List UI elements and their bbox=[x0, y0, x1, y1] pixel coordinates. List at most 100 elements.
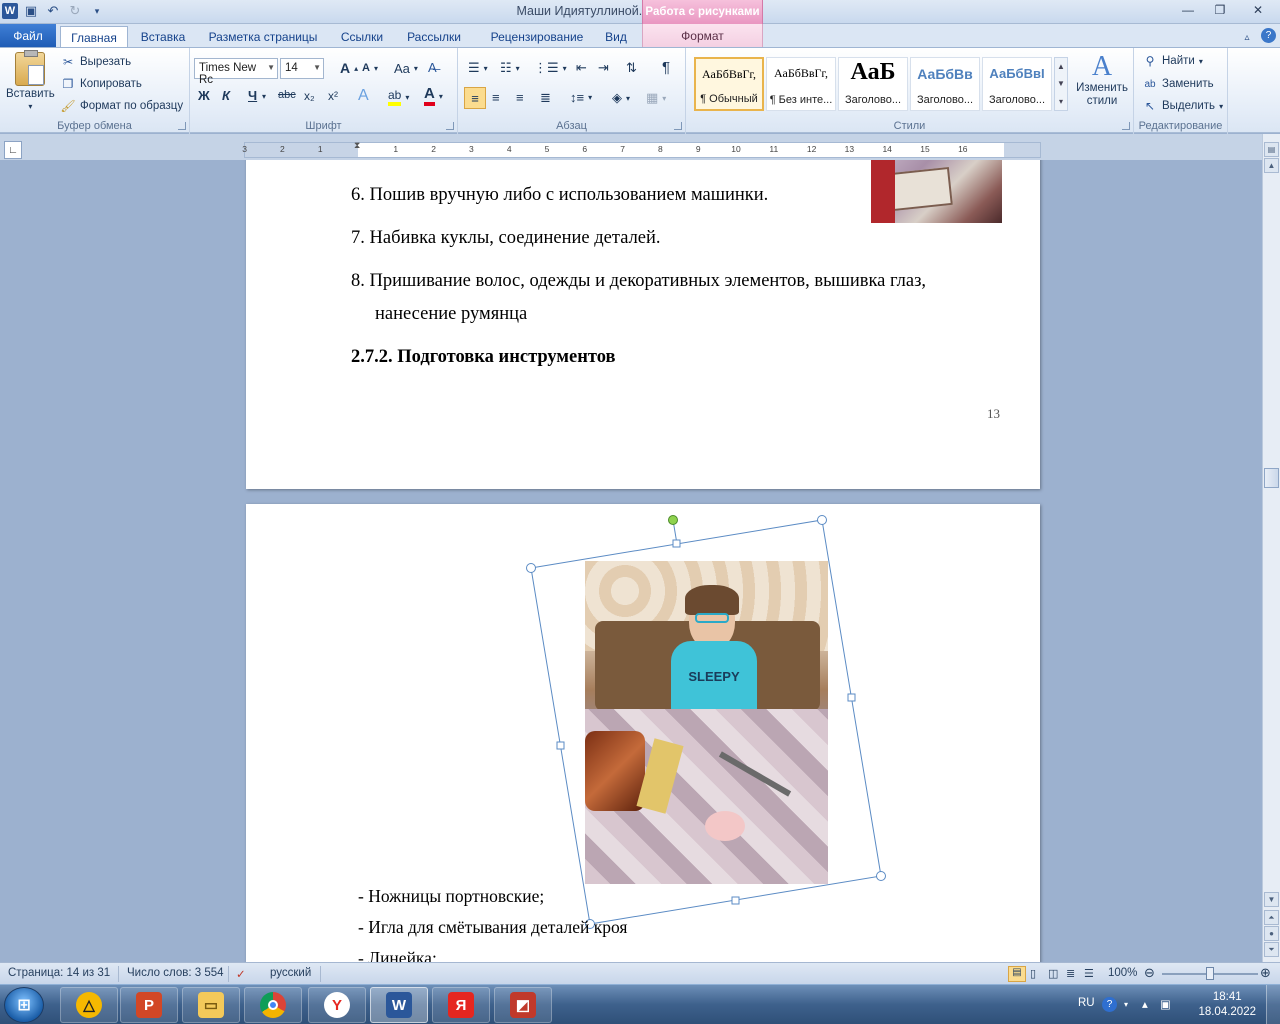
show-desktop-button[interactable] bbox=[1266, 985, 1280, 1024]
replace-button[interactable]: ab Заменить bbox=[1142, 76, 1213, 92]
styles-launcher-icon[interactable] bbox=[1122, 122, 1130, 130]
close-icon[interactable]: ✕ bbox=[1236, 0, 1280, 20]
photo-thumbnail[interactable] bbox=[871, 160, 1002, 223]
taskbar-app-1[interactable]: △ bbox=[60, 987, 118, 1023]
paragraph-launcher-icon[interactable] bbox=[674, 122, 682, 130]
resize-handle-bottom-right[interactable] bbox=[876, 871, 886, 881]
help-tray-icon[interactable]: ? bbox=[1102, 997, 1117, 1012]
tab-view[interactable]: Вид bbox=[598, 26, 634, 48]
taskbar-app-8[interactable]: ◩ bbox=[494, 987, 552, 1023]
tray-expand-icon[interactable]: ▾ bbox=[1124, 1000, 1128, 1009]
tab-review[interactable]: Рецензирование bbox=[476, 26, 598, 48]
taskbar-chrome[interactable] bbox=[244, 987, 302, 1023]
document-area[interactable]: 6. Пошив вручную либо с использованием м… bbox=[0, 160, 1262, 962]
underline-button[interactable]: Ч bbox=[248, 88, 257, 103]
strikethrough-button[interactable]: abc bbox=[278, 89, 296, 101]
network-icon[interactable]: ▣ bbox=[1160, 997, 1171, 1011]
borders-icon[interactable]: ▦ ▾ bbox=[646, 90, 666, 106]
scroll-down-icon[interactable]: ▼ bbox=[1057, 79, 1065, 88]
page-counter[interactable]: Страница: 14 из 31 bbox=[8, 967, 110, 979]
copy-button[interactable]: ❐ Копировать bbox=[60, 76, 142, 92]
font-color-icon[interactable]: A ▾ bbox=[424, 86, 443, 106]
page-13[interactable]: 6. Пошив вручную либо с использованием м… bbox=[246, 160, 1040, 489]
align-center-icon[interactable]: ≡ bbox=[492, 90, 500, 105]
minimize-ribbon-icon[interactable]: ▵ bbox=[1238, 28, 1256, 46]
rotate-handle[interactable] bbox=[668, 515, 678, 525]
scroll-thumb[interactable] bbox=[1264, 468, 1279, 488]
browse-object-icon[interactable]: ● bbox=[1264, 926, 1279, 941]
more-styles-icon[interactable]: ▾ bbox=[1059, 97, 1063, 106]
shrink-font-button[interactable]: A ▾ bbox=[362, 62, 378, 74]
highlight-icon[interactable]: ab ▾ bbox=[388, 88, 409, 106]
zoom-in-icon[interactable]: ⊕ bbox=[1260, 965, 1271, 981]
sort-icon[interactable]: ⇅ bbox=[626, 60, 637, 76]
previous-page-icon[interactable]: ⏶ bbox=[1264, 910, 1279, 925]
start-button[interactable]: ⊞ bbox=[4, 987, 44, 1023]
tab-format[interactable]: Формат bbox=[642, 24, 763, 48]
line-spacing-icon[interactable]: ↕≡ ▾ bbox=[570, 90, 592, 105]
change-styles-button[interactable]: A Изменить стили bbox=[1074, 52, 1130, 108]
horizontal-ruler[interactable]: 3 2 1 1 2 3 4 5 6 7 8 9 10 11 12 13 14 15 16 ⧗ bbox=[242, 140, 1041, 158]
style-heading-1[interactable]: АаБ Заголово... bbox=[838, 57, 908, 111]
align-left-icon[interactable]: ≡ bbox=[464, 87, 486, 109]
find-button[interactable]: ⚲ Найти ▾ bbox=[1142, 53, 1203, 69]
draft-icon[interactable]: ☰ bbox=[1084, 967, 1094, 980]
font-size-combo[interactable]: 14 ▼ bbox=[280, 58, 324, 79]
shading-icon[interactable]: ◈ ▾ bbox=[612, 90, 630, 106]
align-right-icon[interactable]: ≡ bbox=[516, 90, 524, 105]
indent-marker-icon[interactable]: ⧗ bbox=[354, 140, 360, 151]
subscript-button[interactable]: x₂ bbox=[304, 89, 315, 103]
zoom-out-icon[interactable]: ⊖ bbox=[1144, 965, 1155, 981]
style-heading-2[interactable]: АаБбВв Заголово... bbox=[910, 57, 980, 111]
resize-handle-top-left[interactable] bbox=[526, 563, 536, 573]
minimize-icon[interactable]: — bbox=[1172, 0, 1204, 20]
scroll-up-icon[interactable]: ▲ bbox=[1264, 158, 1279, 173]
font-name-combo[interactable]: Times New Rc ▼ bbox=[194, 58, 278, 86]
scroll-up-icon[interactable]: ▲ bbox=[1057, 62, 1065, 71]
bold-button[interactable]: Ж bbox=[198, 88, 210, 103]
format-painter-button[interactable]: 🖌 Формат по образцу bbox=[60, 98, 183, 114]
show-hidden-icons[interactable]: ▴ bbox=[1142, 997, 1148, 1011]
paste-button[interactable]: Вставить ▾ bbox=[6, 50, 55, 111]
scroll-down-icon[interactable]: ▼ bbox=[1264, 892, 1279, 907]
restore-icon[interactable]: ❐ bbox=[1204, 0, 1236, 20]
zoom-level[interactable]: 100% bbox=[1108, 967, 1137, 979]
tab-file[interactable]: Файл bbox=[0, 24, 56, 48]
increase-indent-icon[interactable]: ⇥ bbox=[598, 60, 609, 76]
resize-handle-bottom[interactable] bbox=[731, 896, 740, 905]
resize-handle-right[interactable] bbox=[847, 693, 856, 702]
select-button[interactable]: ↖ Выделить ▾ bbox=[1142, 98, 1223, 114]
taskbar-yandex-browser[interactable]: Y bbox=[308, 987, 366, 1023]
styles-gallery-scroll[interactable]: ▲ ▼ ▾ bbox=[1054, 57, 1068, 111]
help-icon[interactable]: ? bbox=[1261, 28, 1276, 43]
show-marks-icon[interactable]: ¶ bbox=[662, 59, 670, 76]
tab-home[interactable]: Главная bbox=[60, 26, 128, 48]
web-layout-icon[interactable]: ◫ bbox=[1048, 967, 1058, 980]
outline-icon[interactable]: ≣ bbox=[1066, 967, 1075, 980]
word-count[interactable]: Число слов: 3 554 bbox=[127, 967, 224, 979]
language-tray[interactable]: RU bbox=[1078, 997, 1095, 1009]
style-no-spacing[interactable]: АаБбВвГг, ¶ Без инте... bbox=[766, 57, 836, 111]
tab-mailings[interactable]: Рассылки bbox=[396, 26, 472, 48]
justify-icon[interactable]: ≣ bbox=[540, 90, 551, 106]
tab-stop-selector[interactable]: ∟ bbox=[4, 141, 22, 159]
clock[interactable]: 18:41 18.04.2022 bbox=[1198, 990, 1256, 1020]
tab-page-layout[interactable]: Разметка страницы bbox=[198, 26, 328, 48]
multilevel-list-icon[interactable]: ⋮☰ ▾ bbox=[534, 60, 567, 76]
zoom-slider-thumb[interactable] bbox=[1206, 967, 1214, 980]
superscript-button[interactable]: x² bbox=[328, 89, 338, 103]
resize-handle-top-right[interactable] bbox=[817, 515, 827, 525]
text-effects-icon[interactable]: A bbox=[358, 87, 369, 105]
style-normal[interactable]: АаБбВвГг, ¶ Обычный bbox=[694, 57, 764, 111]
style-heading-3[interactable]: АаБбВвI Заголово... bbox=[982, 57, 1052, 111]
clear-formatting-icon[interactable]: A̶ bbox=[428, 60, 437, 75]
print-layout-icon[interactable]: ▤ bbox=[1008, 966, 1026, 982]
full-screen-reading-icon[interactable]: ▯ bbox=[1030, 967, 1036, 980]
next-page-icon[interactable]: ⏷ bbox=[1264, 942, 1279, 957]
taskbar-powerpoint[interactable]: P bbox=[120, 987, 178, 1023]
bullets-icon[interactable]: ☰ ▾ bbox=[468, 60, 488, 76]
grow-font-button[interactable]: A ▴ bbox=[340, 60, 358, 76]
tab-references[interactable]: Ссылки bbox=[332, 26, 392, 48]
resize-handle-top[interactable] bbox=[672, 539, 681, 548]
change-case-button[interactable]: Aa ▾ bbox=[394, 61, 418, 76]
